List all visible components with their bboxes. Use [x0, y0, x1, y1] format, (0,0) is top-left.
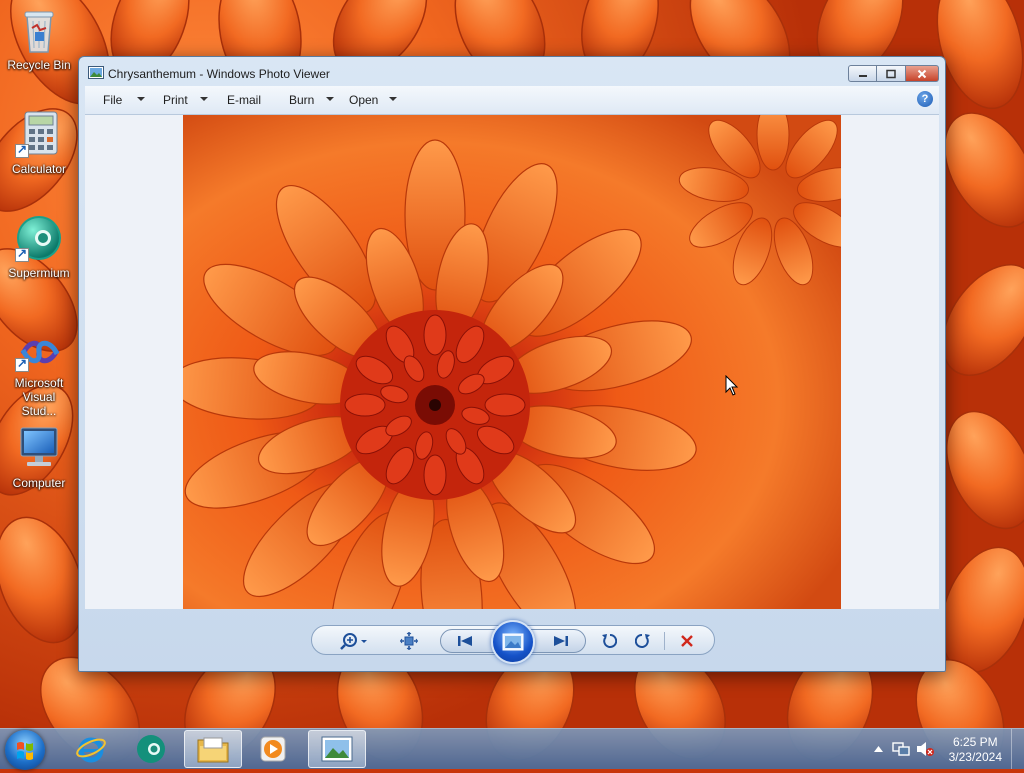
clock-date: 3/23/2024	[948, 750, 1002, 764]
next-button[interactable]	[549, 632, 573, 650]
windows-logo-icon	[17, 742, 33, 760]
slideshow-icon	[502, 633, 524, 651]
menu-file[interactable]: File	[103, 93, 122, 107]
window-title: Chrysanthemum - Windows Photo Viewer	[108, 67, 330, 81]
zoom-button[interactable]	[338, 631, 372, 651]
visual-studio-icon	[15, 332, 63, 372]
photo-viewer-icon	[321, 736, 353, 762]
delete-icon	[681, 635, 693, 647]
shortcut-arrow-icon	[15, 246, 29, 262]
show-hidden-icons-icon[interactable]	[874, 745, 883, 753]
menu-open[interactable]: Open	[349, 93, 378, 107]
maximize-button[interactable]	[877, 65, 906, 82]
desktop-icon-visual-studio[interactable]: Microsoft Visual Stud...	[4, 332, 74, 418]
photo-viewer-app-icon	[88, 66, 104, 79]
computer-icon	[15, 424, 63, 472]
taskbar: 6:25 PM 3/23/2024	[0, 728, 1024, 770]
desktop-icon-label: Recycle Bin	[7, 58, 71, 72]
desktop-icon-label: Supermium	[8, 266, 70, 280]
rotate-counterclockwise-button[interactable]	[598, 631, 620, 651]
file-explorer-icon	[197, 737, 229, 763]
next-icon	[554, 636, 568, 646]
window-controls	[848, 65, 939, 82]
desktop-icon-recycle-bin[interactable]: Recycle Bin	[4, 6, 74, 72]
maximize-icon	[886, 69, 896, 78]
burn-dropdown-arrow-icon[interactable]	[326, 97, 334, 101]
print-dropdown-arrow-icon[interactable]	[200, 97, 208, 101]
photo-viewer-window: Chrysanthemum - Windows Photo Viewer Fil…	[78, 56, 946, 672]
show-desktop-button[interactable]	[1011, 729, 1024, 769]
title-bar[interactable]: Chrysanthemum - Windows Photo Viewer	[79, 57, 945, 89]
menu-email[interactable]: E-mail	[227, 93, 261, 107]
desktop-icon-calculator[interactable]: Calculator	[4, 110, 74, 176]
toolbar-separator	[664, 632, 665, 650]
clock-time: 6:25 PM	[952, 735, 998, 749]
supermium-icon	[137, 735, 165, 763]
rotate-clockwise-button[interactable]	[632, 631, 654, 651]
minimize-icon	[858, 74, 867, 77]
system-tray: 6:25 PM 3/23/2024	[864, 729, 1024, 769]
minimize-button[interactable]	[848, 65, 877, 82]
rotate-right-icon	[635, 633, 650, 648]
mouse-cursor-icon	[725, 375, 739, 396]
desktop-icon-label: Computer	[12, 476, 66, 490]
previous-button[interactable]	[453, 632, 477, 650]
control-bar	[79, 609, 945, 671]
slideshow-button[interactable]	[491, 620, 535, 664]
clock[interactable]: 6:25 PM 3/23/2024	[949, 735, 1002, 765]
zoom-icon	[340, 633, 367, 650]
taskbar-file-explorer[interactable]	[184, 730, 242, 768]
start-button[interactable]	[5, 730, 45, 770]
help-icon[interactable]: ?	[917, 91, 933, 107]
volume-muted-icon[interactable]	[916, 741, 934, 757]
menu-burn[interactable]: Burn	[289, 93, 314, 107]
shortcut-arrow-icon	[15, 356, 29, 372]
network-icon[interactable]	[892, 741, 910, 757]
desktop-icon-supermium[interactable]: Supermium	[4, 214, 74, 280]
open-dropdown-arrow-icon[interactable]	[389, 97, 397, 101]
close-button[interactable]	[906, 65, 939, 82]
desktop-icon-label: Calculator	[11, 162, 67, 176]
media-player-icon	[260, 736, 286, 762]
taskbar-internet-explorer[interactable]	[62, 730, 120, 768]
shortcut-arrow-icon	[15, 142, 29, 158]
help-glyph: ?	[921, 93, 929, 105]
recycle-bin-icon	[15, 6, 63, 54]
image-viewport[interactable]	[85, 115, 939, 609]
command-bar: File Print E-mail Burn Open ?	[85, 86, 939, 115]
calculator-icon	[15, 110, 63, 158]
close-icon	[917, 69, 927, 78]
taskbar-photo-viewer[interactable]	[308, 730, 366, 768]
taskbar-supermium[interactable]	[122, 730, 180, 768]
taskbar-media-player[interactable]	[244, 730, 302, 768]
chrysanthemum-photo	[183, 115, 841, 609]
actual-size-button[interactable]	[398, 631, 420, 651]
menu-print[interactable]: Print	[163, 93, 188, 107]
desktop-icon-computer[interactable]: Computer	[4, 424, 74, 490]
rotate-left-icon	[602, 633, 617, 648]
fit-window-icon	[400, 632, 418, 650]
delete-button[interactable]	[676, 631, 698, 651]
supermium-icon	[15, 214, 63, 262]
file-dropdown-arrow-icon[interactable]	[137, 97, 145, 101]
previous-icon	[458, 636, 472, 646]
playback-controls	[311, 620, 715, 664]
internet-explorer-icon	[76, 737, 106, 763]
desktop-icon-label: Microsoft Visual Stud...	[14, 376, 64, 418]
